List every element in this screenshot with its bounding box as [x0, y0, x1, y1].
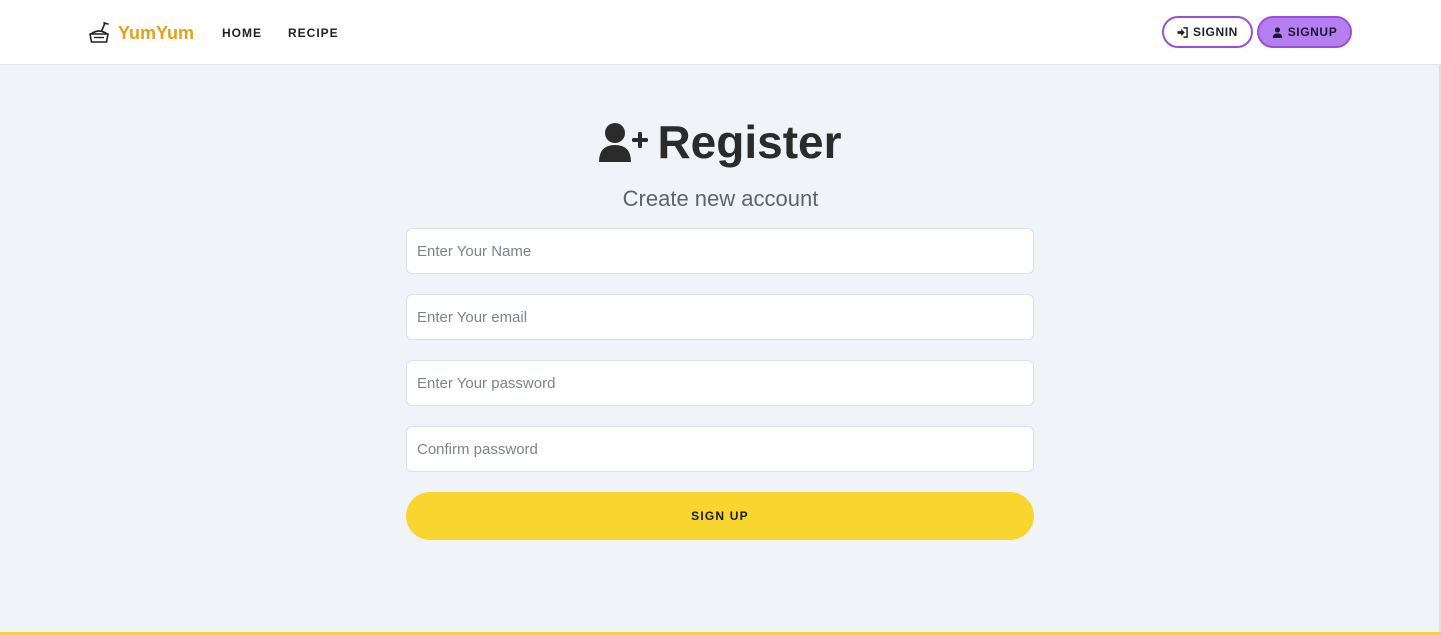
signup-nav-button[interactable]: SIGNUP — [1257, 16, 1352, 48]
brand-name: YumYum — [118, 22, 195, 43]
food-tray-icon — [89, 22, 109, 43]
password-input[interactable] — [406, 360, 1034, 406]
email-input[interactable] — [406, 294, 1034, 340]
user-icon — [1272, 26, 1282, 38]
page-title-text: Register — [657, 116, 842, 168]
signup-nav-label: SIGNUP — [1287, 25, 1338, 39]
sign-up-submit-button[interactable]: SIGN UP — [406, 492, 1034, 540]
nav-link-recipe[interactable]: RECIPE — [288, 26, 339, 40]
name-input[interactable] — [406, 228, 1034, 274]
brand-logo[interactable]: YumYum — [88, 19, 194, 47]
confirm-password-input[interactable] — [406, 426, 1034, 472]
top-navbar: YumYum HOME RECIPE SIGNIN SIGNUP — [0, 0, 1441, 65]
page-subtitle: Create new account — [622, 186, 819, 211]
user-plus-icon — [599, 123, 649, 162]
page-title: Register — [0, 114, 1441, 170]
sign-in-icon — [1177, 26, 1188, 38]
register-page: YumYum HOME RECIPE SIGNIN SIGNUP Registe… — [0, 0, 1441, 635]
signin-button[interactable]: SIGNIN — [1162, 16, 1253, 48]
nav-link-home[interactable]: HOME — [222, 26, 262, 40]
signin-label: SIGNIN — [1193, 25, 1238, 39]
